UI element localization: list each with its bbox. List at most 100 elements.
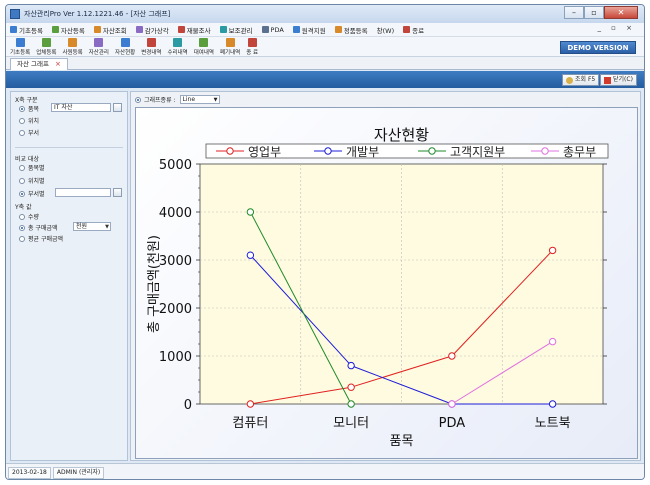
menu-item[interactable]: PDA xyxy=(261,25,284,34)
menu-item-label: PDA xyxy=(270,25,284,34)
x-option-location[interactable]: 위치 xyxy=(19,116,39,125)
toolbar-icon xyxy=(41,38,51,47)
toolbar-button-label: 폐기내역 xyxy=(220,50,241,56)
menu-icon xyxy=(93,26,101,33)
data-point xyxy=(347,361,355,370)
y-tick-label: 5000 xyxy=(159,158,192,173)
x-option-item[interactable]: 품목 xyxy=(19,104,39,113)
mdi-controls[interactable]: _ ▫ × xyxy=(597,24,636,32)
menu-item[interactable]: 정품등록 xyxy=(334,25,368,35)
toolbar-button[interactable]: 자산관리 xyxy=(89,38,109,56)
demo-version-badge: DEMO VERSION xyxy=(560,41,636,54)
toolbar-button-label: 기초등록 xyxy=(10,50,31,56)
toolbar-icon xyxy=(68,38,78,47)
maximize-button[interactable]: ▫ xyxy=(584,6,604,19)
option-label: 위치별 xyxy=(28,178,45,185)
data-point xyxy=(448,352,456,360)
data-point xyxy=(548,246,557,255)
chart-type-value: Line xyxy=(182,96,196,103)
menu-item[interactable]: 원격지원 xyxy=(292,25,326,35)
option-label: 부서 xyxy=(28,130,40,137)
y-tick-label: 0 xyxy=(184,398,192,413)
toolbar-button[interactable]: 폐기내역 xyxy=(220,38,240,56)
tab-close-icon[interactable]: × xyxy=(55,59,61,70)
option-label: 품목 xyxy=(28,106,40,113)
menu-item[interactable]: 자산조회 xyxy=(93,25,127,35)
radio-icon[interactable] xyxy=(19,224,25,231)
minimize-button[interactable]: – xyxy=(564,6,584,19)
toolbar-button[interactable]: 대여내역 xyxy=(194,38,214,56)
radio-icon[interactable] xyxy=(19,235,25,242)
menu-item[interactable]: 감가상각 xyxy=(135,25,169,35)
app-window: 자산관리Pro Ver 1.12.1221.46 - [자산 그래프] – ▫ … xyxy=(5,4,645,480)
data-point xyxy=(448,400,456,408)
option-label: 부서별 xyxy=(28,191,45,198)
y-option-total-amount[interactable]: 총 구매금액 xyxy=(19,223,58,232)
legend-marker xyxy=(226,147,234,155)
option-label: 총 구매금액 xyxy=(28,225,58,232)
x-tick-label: 노트북 xyxy=(535,416,571,431)
radio-icon[interactable] xyxy=(19,164,25,171)
unit-select[interactable]: 천원 ▼ xyxy=(73,222,111,231)
radio-icon[interactable] xyxy=(19,213,25,220)
compare-option-department[interactable]: 부서별 xyxy=(19,189,45,198)
legend-marker xyxy=(324,147,332,155)
toolbar-button[interactable]: 수리내역 xyxy=(168,38,188,56)
legend-label: 총무부 xyxy=(563,145,596,159)
chart-type-select[interactable]: Line ▼ xyxy=(179,95,220,104)
divider xyxy=(15,147,123,148)
close-icon xyxy=(604,76,611,84)
compare-option-item[interactable]: 품목별 xyxy=(19,163,45,172)
option-label: 평균 구매금액 xyxy=(28,236,64,243)
x-item-picker-button[interactable] xyxy=(113,103,122,112)
toolbar-button[interactable]: 기초등록 xyxy=(10,38,30,56)
legend-marker xyxy=(541,147,549,155)
x-option-department[interactable]: 부서 xyxy=(19,128,39,137)
menu-item[interactable]: 창(W) xyxy=(377,25,394,35)
compare-option-location[interactable]: 위치별 xyxy=(19,176,45,185)
menu-item-label: 창(W) xyxy=(376,26,395,35)
menu-icon xyxy=(51,26,59,33)
menu-item[interactable]: 기초등록 xyxy=(10,25,43,35)
menu-icon xyxy=(177,26,185,33)
window-title: 자산관리Pro Ver 1.12.1221.46 - [자산 그래프] xyxy=(24,10,171,18)
radio-icon[interactable] xyxy=(19,105,25,112)
tab-asset-graph[interactable]: 자산 그래프 × xyxy=(10,58,68,70)
data-point xyxy=(347,400,355,408)
toolbar-icon xyxy=(146,38,156,47)
toolbar-icon xyxy=(173,38,183,47)
toolbar-button-label: 변경내역 xyxy=(141,50,162,56)
x-axis-label: 품목 xyxy=(390,434,414,449)
radio-icon[interactable] xyxy=(19,129,25,136)
y-option-average-amount[interactable]: 평균 구매금액 xyxy=(19,234,63,243)
menu-item[interactable]: 자산등록 xyxy=(51,25,85,35)
menu-item[interactable]: 보조관리 xyxy=(219,25,253,35)
menu-item[interactable]: 종료 xyxy=(403,25,424,35)
close-button[interactable]: 닫기(C) xyxy=(600,74,637,86)
toolbar-button[interactable]: 업체등록 xyxy=(36,38,57,56)
close-button-label: 닫기(C) xyxy=(613,76,633,83)
option-label: 품목별 xyxy=(28,165,45,172)
status-user: ADMIN (관리자) xyxy=(52,466,105,479)
data-point xyxy=(548,400,557,408)
x-item-field[interactable]: IT 자산 xyxy=(51,103,111,112)
radio-icon[interactable] xyxy=(19,190,25,197)
toolbar-button[interactable]: 사원등록 xyxy=(63,38,83,56)
toolbar-button[interactable]: 종 료 xyxy=(246,38,258,56)
radio-icon[interactable] xyxy=(19,117,25,124)
toolbar-icon xyxy=(225,38,235,47)
status-bar: 2013-02-18 ADMIN (관리자) xyxy=(6,463,644,479)
data-point xyxy=(548,337,557,346)
menu-item[interactable]: 재물조사 xyxy=(177,25,211,35)
option-label: 수량 xyxy=(28,214,40,221)
compare-department-field[interactable] xyxy=(55,188,111,197)
toolbar-button[interactable]: 변경내역 xyxy=(141,38,162,56)
menu-item-label: 자산등록 xyxy=(60,26,85,35)
toolbar-button[interactable]: 자산현황 xyxy=(115,38,135,56)
search-button[interactable]: 조회 F5 xyxy=(562,74,600,86)
radio-icon[interactable] xyxy=(19,177,25,184)
close-window-button[interactable]: ✕ xyxy=(604,6,638,19)
toolbar-icon xyxy=(94,38,104,47)
compare-picker-button[interactable] xyxy=(113,188,122,197)
y-option-quantity[interactable]: 수량 xyxy=(19,212,39,221)
